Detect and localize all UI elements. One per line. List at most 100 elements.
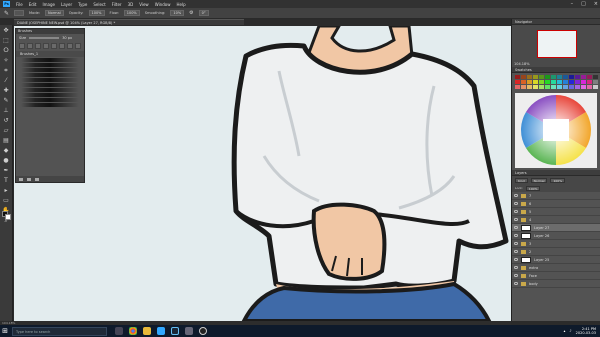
smoothing-input[interactable]: 10% xyxy=(170,10,185,16)
crop-tool-icon[interactable]: ⌗ xyxy=(2,67,10,75)
brush-size-slider[interactable] xyxy=(29,36,60,39)
marquee-tool-icon[interactable]: ⬚ xyxy=(2,37,10,45)
layer-group-row[interactable]: 2 xyxy=(512,248,600,256)
shape-tool-icon[interactable]: ▭ xyxy=(2,197,10,205)
menu-view[interactable]: View xyxy=(139,2,149,7)
layer-row[interactable]: Layer 26 xyxy=(512,232,600,240)
color-swatch[interactable] xyxy=(569,85,574,89)
menu-3d[interactable]: 3D xyxy=(128,2,134,7)
color-swatch[interactable] xyxy=(533,85,538,89)
color-swatch[interactable] xyxy=(551,85,556,89)
opacity-input[interactable]: 100% xyxy=(88,10,105,16)
minimize-icon[interactable]: – xyxy=(571,0,574,8)
visibility-eye-icon[interactable] xyxy=(514,274,518,277)
recent-brush-chip[interactable] xyxy=(51,43,57,49)
brush-preset-stroke[interactable] xyxy=(21,88,79,92)
history-brush-tool-icon[interactable]: ↺ xyxy=(2,117,10,125)
color-swatch[interactable] xyxy=(533,75,538,79)
photoshop-logo[interactable]: Ps xyxy=(3,1,10,7)
color-swatch[interactable] xyxy=(587,75,592,79)
blend-mode-select[interactable]: Normal xyxy=(530,177,548,183)
menu-filter[interactable]: Filter xyxy=(112,2,122,7)
color-swatch[interactable] xyxy=(563,80,568,84)
visibility-eye-icon[interactable] xyxy=(514,258,518,261)
gradient-tool-icon[interactable]: ▤ xyxy=(2,137,10,145)
color-swatch[interactable] xyxy=(515,80,520,84)
new-group-icon[interactable] xyxy=(19,177,23,181)
angle-input[interactable]: 0° xyxy=(198,10,209,16)
recent-brush-chip[interactable] xyxy=(43,43,49,49)
visibility-eye-icon[interactable] xyxy=(514,242,518,245)
brush-preset-stroke[interactable] xyxy=(21,103,79,107)
color-swatch[interactable] xyxy=(527,80,532,84)
layer-group-row[interactable]: extra xyxy=(512,264,600,272)
brush-preset-stroke[interactable] xyxy=(21,93,79,97)
brush-folder[interactable]: Brushes_1 xyxy=(16,51,84,57)
flow-input[interactable]: 100% xyxy=(123,10,140,16)
color-swatch[interactable] xyxy=(593,85,598,89)
path-selection-tool-icon[interactable]: ▸ xyxy=(2,187,10,195)
brush-preset-stroke[interactable] xyxy=(21,68,79,72)
brush-preset-stroke[interactable] xyxy=(21,58,79,62)
brush-preset-stroke[interactable] xyxy=(21,83,79,87)
brush-preset-stroke[interactable] xyxy=(21,78,79,82)
color-wheel[interactable] xyxy=(515,93,597,168)
eraser-tool-icon[interactable]: ▱ xyxy=(2,127,10,135)
layer-fill-input[interactable]: 100% xyxy=(525,185,541,191)
task-view-icon[interactable] xyxy=(115,327,123,335)
mode-select[interactable]: Normal xyxy=(45,10,64,16)
windows-start-icon[interactable]: ⊞ xyxy=(0,325,10,337)
document-tab[interactable]: DIANE JOSEPHINE NEW.psd @ 104% (Layer 27… xyxy=(14,19,244,25)
color-swatch[interactable] xyxy=(551,75,556,79)
visibility-eye-icon[interactable] xyxy=(514,250,518,253)
photoshop-taskbar-icon[interactable] xyxy=(157,327,165,335)
layer-group-row[interactable]: 6 xyxy=(512,200,600,208)
color-swatch[interactable] xyxy=(581,75,586,79)
color-swatch[interactable] xyxy=(521,85,526,89)
color-swatch[interactable] xyxy=(587,80,592,84)
color-swatch[interactable] xyxy=(581,80,586,84)
color-swatch[interactable] xyxy=(539,75,544,79)
lasso-tool-icon[interactable]: ⵔ xyxy=(2,47,10,55)
menu-image[interactable]: Image xyxy=(42,2,55,7)
navigator-zoom[interactable]: 104.18% xyxy=(514,62,530,66)
color-swatch[interactable] xyxy=(527,85,532,89)
network-icon[interactable]: ▴ xyxy=(564,329,566,333)
brush-tool-icon[interactable]: ✎ xyxy=(4,10,9,17)
new-brush-icon[interactable] xyxy=(27,177,31,181)
delete-brush-icon[interactable] xyxy=(35,177,39,181)
color-swatch[interactable] xyxy=(539,85,544,89)
magic-wand-tool-icon[interactable]: ✧ xyxy=(2,57,10,65)
menu-select[interactable]: Select xyxy=(93,2,105,7)
color-swatch[interactable] xyxy=(515,85,520,89)
menu-help[interactable]: Help xyxy=(176,2,185,7)
taskbar-search-input[interactable]: Type here to search xyxy=(12,326,107,336)
recent-brush-chip[interactable] xyxy=(59,43,65,49)
move-tool-icon[interactable]: ✥ xyxy=(2,27,10,35)
brush-preset-stroke[interactable] xyxy=(21,98,79,102)
clock[interactable]: 2:41 PM 2020-03-03 xyxy=(576,327,596,335)
visibility-eye-icon[interactable] xyxy=(514,282,518,285)
healing-tool-icon[interactable]: ✚ xyxy=(2,87,10,95)
layer-group-row[interactable]: 4 xyxy=(512,216,600,224)
visibility-eye-icon[interactable] xyxy=(514,210,518,213)
brush-preset-stroke[interactable] xyxy=(21,73,79,77)
layer-group-row[interactable]: Face xyxy=(512,272,600,280)
color-swatch[interactable] xyxy=(575,75,580,79)
recent-brush-chip[interactable] xyxy=(67,43,73,49)
settings-gear-icon[interactable] xyxy=(185,327,193,335)
close-icon[interactable]: × xyxy=(594,0,598,8)
visibility-eye-icon[interactable] xyxy=(514,226,518,229)
blur-tool-icon[interactable]: ◆ xyxy=(2,147,10,155)
color-swatch[interactable] xyxy=(581,85,586,89)
color-swatch[interactable] xyxy=(521,75,526,79)
recent-brush-chip[interactable] xyxy=(35,43,41,49)
color-swatch[interactable] xyxy=(533,80,538,84)
color-swatch[interactable] xyxy=(557,80,562,84)
brush-preset-stroke[interactable] xyxy=(21,63,79,67)
color-swatch[interactable] xyxy=(569,75,574,79)
layer-group-row[interactable]: 7 xyxy=(512,192,600,200)
color-swatch[interactable] xyxy=(545,80,550,84)
layer-group-row[interactable]: 5 xyxy=(512,208,600,216)
navigator-thumbnail[interactable] xyxy=(537,30,577,58)
